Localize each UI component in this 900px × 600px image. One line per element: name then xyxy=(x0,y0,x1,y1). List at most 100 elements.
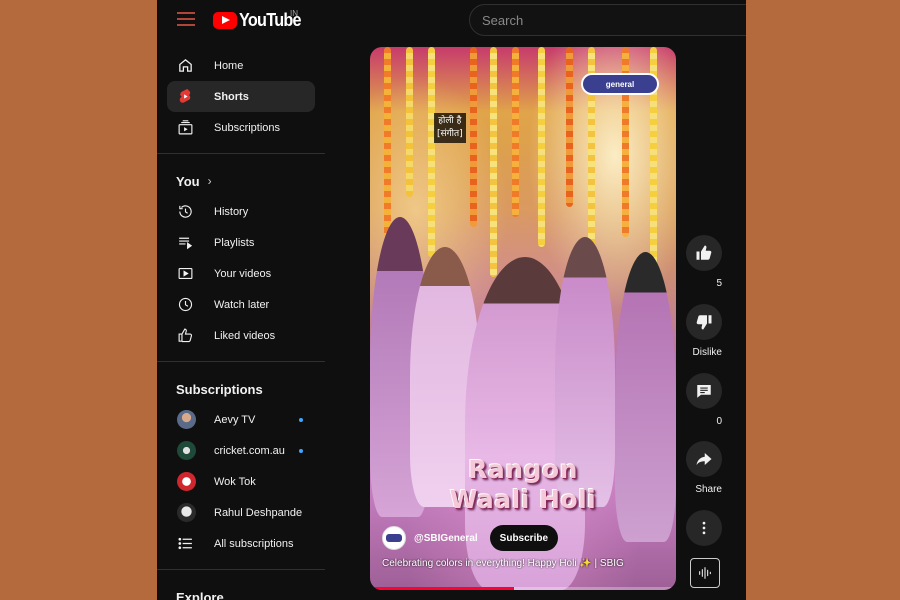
subscribe-button[interactable]: Subscribe xyxy=(489,525,559,551)
subscriptions-section-header: Subscriptions xyxy=(157,374,325,404)
watch-later-icon xyxy=(177,296,194,313)
sidebar-item-watch-later[interactable]: Watch later xyxy=(167,289,315,320)
progress-fill xyxy=(370,587,514,590)
your-videos-icon xyxy=(177,265,194,282)
avatar xyxy=(177,503,196,522)
you-section-header[interactable]: You › xyxy=(157,166,325,196)
audio-waveform-icon xyxy=(699,567,711,579)
sidebar-item-playlists[interactable]: Playlists xyxy=(167,227,315,258)
shorts-player[interactable]: general होली है [संगीत] Rangon Waali Hol… xyxy=(370,47,676,590)
sidebar-item-label: Wok Tok xyxy=(214,475,256,488)
divider xyxy=(157,361,325,362)
sidebar-item-shorts[interactable]: Shorts xyxy=(167,81,315,112)
sidebar-item-label: All subscriptions xyxy=(214,537,294,550)
sidebar-item-label: Your videos xyxy=(214,267,272,280)
chevron-right-icon: › xyxy=(207,174,212,188)
sidebar-item-label: Rahul Deshpande xyxy=(214,506,303,519)
channel-name[interactable]: @SBIGeneral xyxy=(414,533,478,544)
comment-icon xyxy=(697,385,711,398)
video-description[interactable]: Celebrating colors in everything! Happy … xyxy=(382,558,666,569)
divider xyxy=(157,153,325,154)
you-title: You xyxy=(176,173,200,189)
sidebar-item-all-subscriptions[interactable]: All subscriptions xyxy=(167,528,315,559)
sidebar-item-label: History xyxy=(214,205,249,218)
new-content-dot xyxy=(299,449,303,453)
home-icon xyxy=(177,57,194,74)
history-icon xyxy=(177,203,194,220)
explore-section-header: Explore xyxy=(157,582,325,600)
sidebar-item-liked-videos[interactable]: Liked videos xyxy=(167,320,315,351)
liked-videos-icon xyxy=(177,327,194,344)
sidebar: Home Shorts Subscriptions You › History xyxy=(157,50,325,600)
more-vertical-icon xyxy=(702,521,706,535)
divider xyxy=(157,569,325,570)
progress-bar[interactable] xyxy=(370,587,676,590)
subscriptions-title: Subscriptions xyxy=(176,381,263,397)
comment-button[interactable] xyxy=(686,373,722,409)
sidebar-channel-aevy-tv[interactable]: Aevy TV xyxy=(167,404,315,435)
caption-line: होली है xyxy=(438,116,462,126)
playlists-icon xyxy=(177,234,194,251)
avatar xyxy=(177,441,196,460)
sidebar-channel-rahul-deshpande[interactable]: Rahul Deshpande xyxy=(167,497,315,528)
more-action xyxy=(686,510,722,546)
sidebar-item-label: Watch later xyxy=(214,298,270,311)
comment-action: 0 xyxy=(686,373,722,429)
sidebar-channel-wok-tok[interactable]: Wok Tok xyxy=(167,466,315,497)
like-count: 5 xyxy=(716,278,722,289)
list-icon xyxy=(177,535,194,552)
channel-info: @SBIGeneral Subscribe xyxy=(382,525,559,551)
garland-decoration xyxy=(566,47,573,207)
caption-line: [संगीत] xyxy=(437,129,463,139)
sidebar-item-label: Subscriptions xyxy=(214,121,281,134)
dislike-button[interactable] xyxy=(686,304,722,340)
watermark-text: general xyxy=(605,79,635,89)
new-content-dot xyxy=(299,418,303,422)
sidebar-item-history[interactable]: History xyxy=(167,196,315,227)
garland-decoration xyxy=(512,47,519,217)
thumbs-down-icon xyxy=(696,315,712,330)
menu-icon[interactable] xyxy=(177,12,195,28)
dislike-label: Dislike xyxy=(692,347,722,358)
sidebar-item-home[interactable]: Home xyxy=(167,50,315,81)
sidebar-item-label: Aevy TV xyxy=(214,413,256,426)
like-action: 5 xyxy=(686,235,722,291)
share-button[interactable] xyxy=(686,441,722,477)
like-button[interactable] xyxy=(686,235,722,271)
closed-caption: होली है [संगीत] xyxy=(434,113,466,143)
sidebar-item-label: Home xyxy=(214,59,244,72)
explore-title: Explore xyxy=(176,589,224,600)
garland-decoration xyxy=(470,47,477,227)
video-overlay-title: Waali Holi xyxy=(449,485,597,514)
sidebar-item-label: cricket.com.au xyxy=(214,444,285,457)
youtube-app: YouTube IN Home Shorts Subscriptions You xyxy=(157,0,746,600)
garland-decoration xyxy=(538,47,545,247)
channel-watermark: general xyxy=(581,73,659,95)
subscriptions-icon xyxy=(177,119,194,136)
dislike-action: Dislike xyxy=(686,304,722,360)
search-input[interactable] xyxy=(482,12,746,28)
sidebar-item-label: Shorts xyxy=(214,90,249,103)
sidebar-item-your-videos[interactable]: Your videos xyxy=(167,258,315,289)
video-overlay-title: Rangon xyxy=(468,455,578,484)
more-options-button[interactable] xyxy=(686,510,722,546)
sidebar-channel-cricket[interactable]: cricket.com.au xyxy=(167,435,315,466)
search-box[interactable] xyxy=(469,4,746,36)
avatar xyxy=(177,410,196,429)
shorts-icon xyxy=(177,88,194,105)
share-action: Share xyxy=(686,441,722,497)
comment-count: 0 xyxy=(716,416,722,427)
sidebar-item-label: Playlists xyxy=(214,236,255,249)
garland-decoration xyxy=(428,47,435,257)
youtube-logo-icon xyxy=(213,12,237,29)
garland-decoration xyxy=(406,47,413,197)
region-code: IN xyxy=(290,9,298,18)
garland-decoration xyxy=(490,47,497,277)
avatar xyxy=(177,472,196,491)
channel-avatar[interactable] xyxy=(382,526,406,550)
thumbs-up-icon xyxy=(696,245,712,260)
sidebar-item-subscriptions[interactable]: Subscriptions xyxy=(167,112,315,143)
audio-track-button[interactable] xyxy=(690,558,720,588)
share-icon xyxy=(696,453,712,465)
sidebar-item-label: Liked videos xyxy=(214,329,276,342)
